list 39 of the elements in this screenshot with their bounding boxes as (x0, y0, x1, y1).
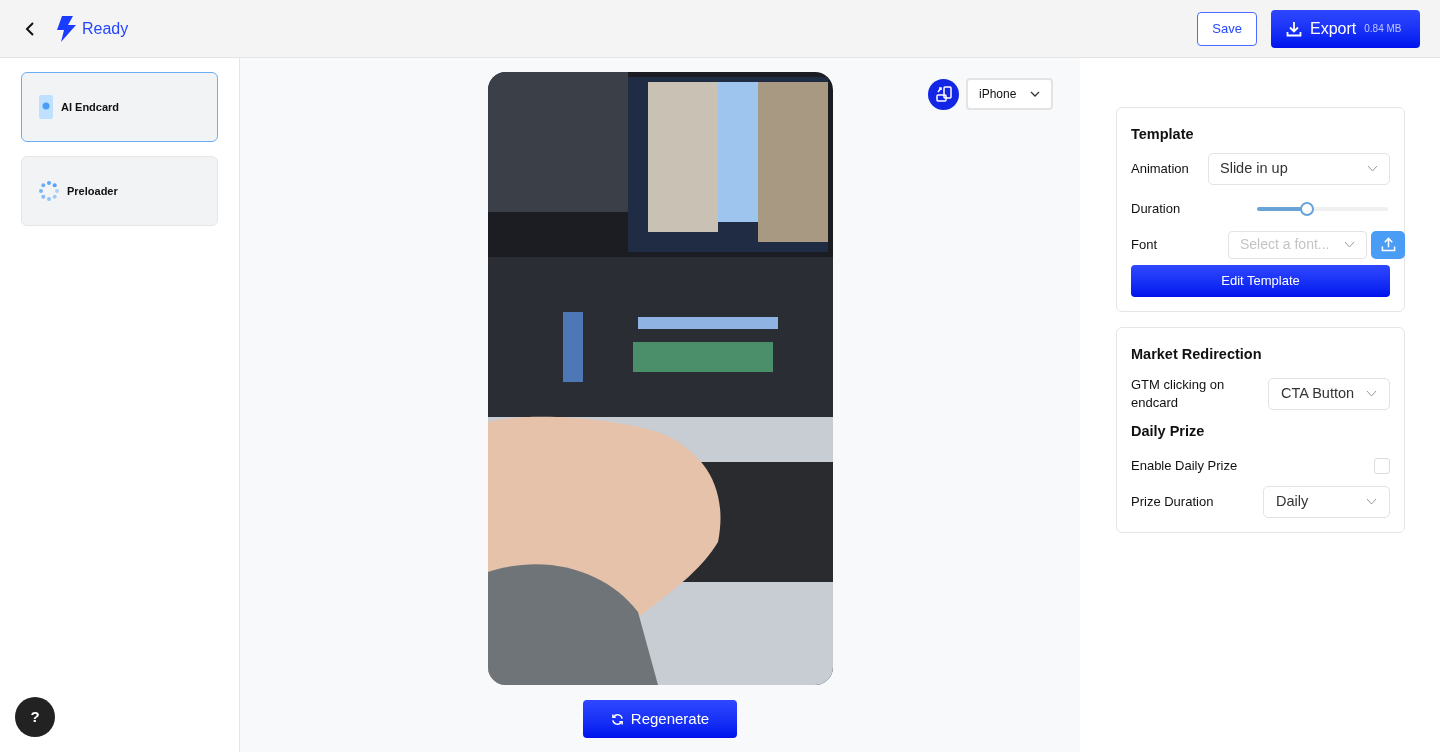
refresh-icon (610, 712, 624, 726)
export-label: Export (1310, 18, 1357, 39)
field-label: Prize Duration (1131, 493, 1214, 511)
duration-slider[interactable] (1257, 201, 1388, 216)
regenerate-button[interactable]: Regenerate (583, 700, 737, 738)
rotate-device-button[interactable] (928, 78, 959, 110)
download-icon (1286, 20, 1302, 37)
animation-dropdown[interactable]: Slide in up (1208, 152, 1390, 185)
section-title: Template (1131, 125, 1195, 144)
phone-icon (39, 95, 53, 119)
cta-dropdown[interactable]: CTA Button (1268, 377, 1390, 410)
chevron-down-icon (1367, 165, 1378, 173)
sidebar-item[interactable]: AI Endcard (21, 72, 218, 142)
status-label: Ready (82, 18, 129, 39)
edit-template-button[interactable]: Edit Template (1131, 264, 1390, 297)
chevron-down-icon (1344, 241, 1355, 249)
lightning-bolt-icon (56, 15, 76, 42)
rotate-device-icon (934, 85, 953, 103)
field-label: Font (1131, 236, 1158, 254)
chevron-down-icon (1366, 390, 1377, 397)
device-dropdown[interactable]: iPhone (966, 78, 1053, 110)
checkbox[interactable] (1374, 458, 1390, 474)
sidebar-item[interactable]: Preloader (21, 156, 218, 226)
slider-thumb[interactable] (1300, 201, 1315, 216)
section-title: Market Redirection (1131, 344, 1263, 364)
field-label: Enable Daily Prize (1131, 457, 1238, 476)
spinner-icon (39, 181, 59, 201)
chevron-down-icon (1366, 498, 1377, 506)
field-label: Animation (1131, 160, 1189, 178)
field-label: GTM clicking on endcard (1131, 375, 1226, 412)
chevron-down-icon (1030, 91, 1040, 97)
section-title: Daily Prize (1131, 421, 1206, 441)
upload-icon (1380, 237, 1396, 253)
upload-button[interactable] (1371, 230, 1405, 259)
field-label: Duration (1131, 200, 1181, 218)
export-button[interactable]: Export 0.84 MB (1271, 9, 1420, 48)
prize-duration-dropdown[interactable]: Daily (1263, 485, 1390, 518)
save-button[interactable]: Save (1197, 11, 1257, 46)
file-size: 0.84 MB (1364, 22, 1402, 36)
